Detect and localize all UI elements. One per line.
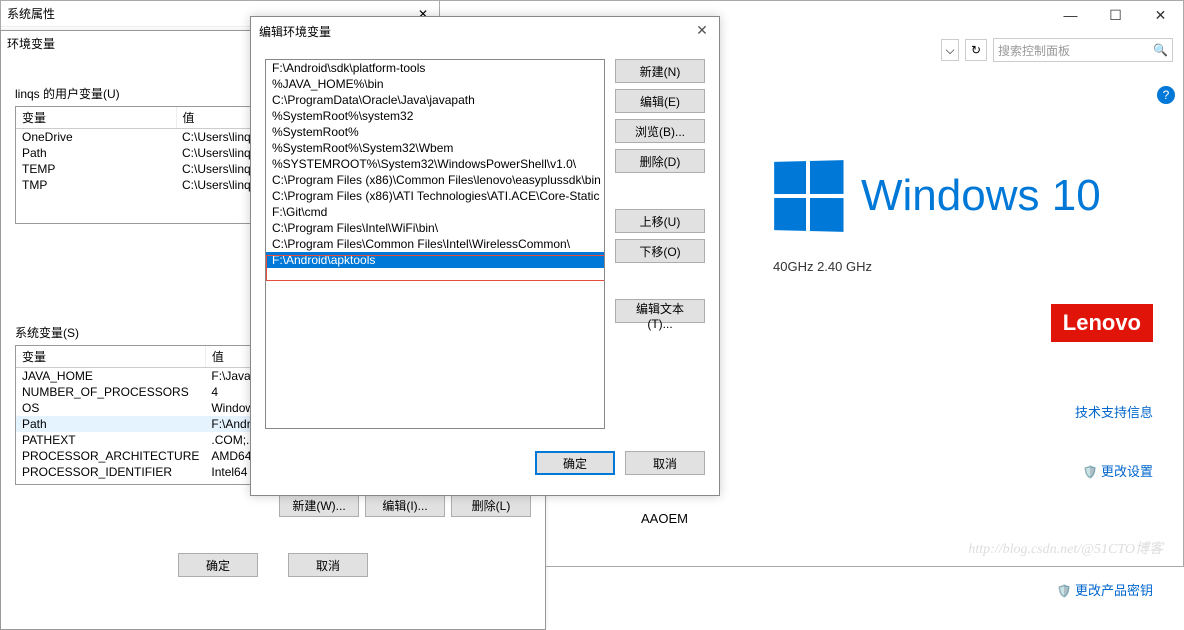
move-down-button[interactable]: 下移(O) bbox=[615, 239, 705, 263]
ok-button[interactable]: 确定 bbox=[535, 451, 615, 475]
list-item[interactable]: C:\Program Files (x86)\Common Files\leno… bbox=[266, 172, 604, 188]
edit-environment-variable-dialog: 编辑环境变量 ✕ F:\Android\sdk\platform-tools%J… bbox=[250, 16, 720, 496]
list-item[interactable]: F:\Git\cmd bbox=[266, 204, 604, 220]
windows-logo-icon bbox=[774, 160, 843, 232]
shield-icon: 🛡️ bbox=[1083, 465, 1098, 479]
dialog-title: 编辑环境变量 bbox=[259, 23, 331, 40]
search-icon: 🔍 bbox=[1153, 43, 1168, 57]
list-item[interactable]: %SYSTEMROOT%\System32\WindowsPowerShell\… bbox=[266, 156, 604, 172]
list-item[interactable]: C:\ProgramData\Oracle\Java\javapath bbox=[266, 92, 604, 108]
windows10-text: Windows 10 bbox=[861, 171, 1101, 221]
cpu-info: 40GHz 2.40 GHz bbox=[773, 259, 1153, 274]
minimize-button[interactable]: — bbox=[1048, 1, 1093, 29]
cancel-button[interactable]: 取消 bbox=[288, 553, 368, 577]
dialog-title: 环境变量 bbox=[7, 35, 55, 52]
edit-text-button[interactable]: 编辑文本(T)... bbox=[615, 299, 705, 323]
browse-button[interactable]: 浏览(B)... bbox=[615, 119, 705, 143]
list-item[interactable]: F:\Android\apktools bbox=[266, 252, 604, 268]
dialog-title: 系统属性 bbox=[7, 5, 55, 22]
oem-text: AAOEM bbox=[641, 511, 688, 526]
change-settings-link[interactable]: 更改设置 bbox=[1101, 464, 1153, 479]
list-item[interactable]: %SystemRoot%\system32 bbox=[266, 108, 604, 124]
change-product-key-link[interactable]: 更改产品密钥 bbox=[1075, 583, 1153, 598]
list-item[interactable]: C:\Program Files\Intel\WiFi\bin\ bbox=[266, 220, 604, 236]
ok-button[interactable]: 确定 bbox=[178, 553, 258, 577]
watermark-text: http://blog.csdn.net/@51CTO博客 bbox=[968, 538, 1163, 558]
lenovo-logo: Lenovo bbox=[1051, 304, 1153, 342]
delete-button[interactable]: 删除(D) bbox=[615, 149, 705, 173]
close-icon[interactable]: ✕ bbox=[693, 22, 711, 40]
shield-icon: 🛡️ bbox=[1057, 584, 1072, 598]
refresh-button[interactable]: ↻ bbox=[965, 39, 987, 61]
tech-support-link[interactable]: 技术支持信息 bbox=[1075, 405, 1153, 420]
window-controls: — ☐ ✕ bbox=[1048, 1, 1183, 29]
move-up-button[interactable]: 上移(U) bbox=[615, 209, 705, 233]
maximize-button[interactable]: ☐ bbox=[1093, 1, 1138, 29]
search-input[interactable]: 搜索控制面板 🔍 bbox=[993, 38, 1173, 62]
system-info-panel: Windows 10 40GHz 2.40 GHz Lenovo 技术支持信息 … bbox=[743, 81, 1183, 566]
col-variable: 变量 bbox=[16, 107, 176, 129]
list-item[interactable]: %SystemRoot% bbox=[266, 124, 604, 140]
new-button[interactable]: 新建(W)... bbox=[279, 493, 359, 517]
list-item[interactable]: C:\Program Files (x86)\ATI Technologies\… bbox=[266, 188, 604, 204]
edit-button[interactable]: 编辑(E) bbox=[615, 89, 705, 113]
list-item[interactable]: %SystemRoot%\System32\Wbem bbox=[266, 140, 604, 156]
cancel-button[interactable]: 取消 bbox=[625, 451, 705, 475]
list-item[interactable]: %JAVA_HOME%\bin bbox=[266, 76, 604, 92]
search-placeholder: 搜索控制面板 bbox=[998, 42, 1070, 59]
list-item[interactable]: C:\Program Files\Common Files\Intel\Wire… bbox=[266, 236, 604, 252]
new-button[interactable]: 新建(N) bbox=[615, 59, 705, 83]
path-listbox[interactable]: F:\Android\sdk\platform-tools%JAVA_HOME%… bbox=[265, 59, 605, 429]
address-dropdown[interactable]: ⌵ bbox=[941, 39, 959, 61]
list-item[interactable]: F:\Android\sdk\platform-tools bbox=[266, 60, 604, 76]
col-variable: 变量 bbox=[16, 346, 205, 368]
edit-button[interactable]: 编辑(I)... bbox=[365, 493, 445, 517]
windows-branding: Windows 10 bbox=[773, 161, 1153, 231]
close-button[interactable]: ✕ bbox=[1138, 1, 1183, 29]
delete-button[interactable]: 删除(L) bbox=[451, 493, 531, 517]
